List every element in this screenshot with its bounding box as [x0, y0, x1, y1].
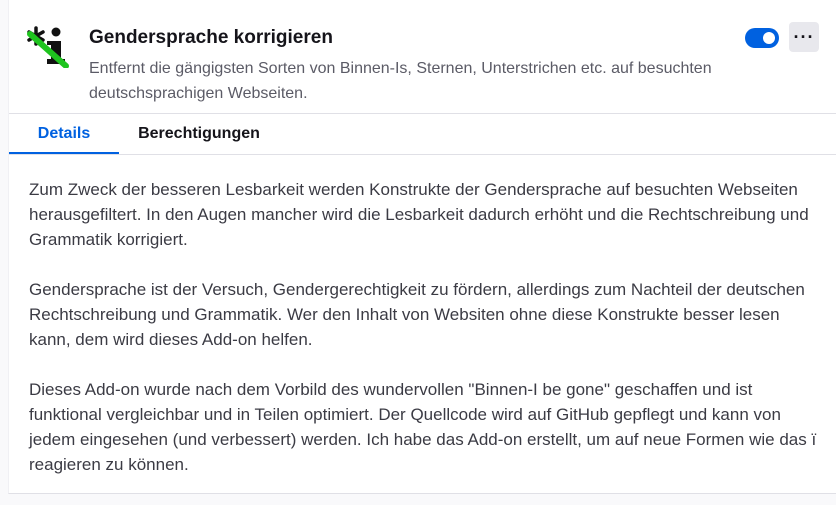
addon-logo-icon — [26, 24, 70, 69]
tab-details[interactable]: Details — [9, 114, 119, 155]
description-paragraph: Gendersprache ist der Versuch, Genderger… — [29, 280, 805, 349]
addon-description: Zum Zweck der besseren Lesbarkeit werden… — [29, 177, 824, 502]
description-paragraph: Dieses Add-on wurde nach dem Vorbild des… — [29, 380, 817, 474]
description-paragraph: Zum Zweck der besseren Lesbarkeit werden… — [29, 180, 809, 249]
tab-permissions-label: Berechtigungen — [138, 125, 260, 142]
more-options-button[interactable]: ··· — [789, 22, 819, 52]
toggle-knob — [763, 32, 775, 44]
enable-toggle[interactable] — [745, 28, 779, 48]
addon-name: Gendersprache korrigieren — [89, 27, 333, 48]
tab-permissions[interactable]: Berechtigungen — [129, 114, 269, 154]
more-options-icon: ··· — [793, 26, 815, 47]
addon-card: Gendersprache korrigieren Entfernt die g… — [8, 0, 836, 494]
tabs-divider — [9, 154, 836, 155]
tab-bar: Details Berechtigungen — [9, 114, 836, 155]
addon-summary: Entfernt die gängigsten Sorten von Binne… — [89, 60, 712, 102]
tab-details-label: Details — [37, 125, 91, 142]
